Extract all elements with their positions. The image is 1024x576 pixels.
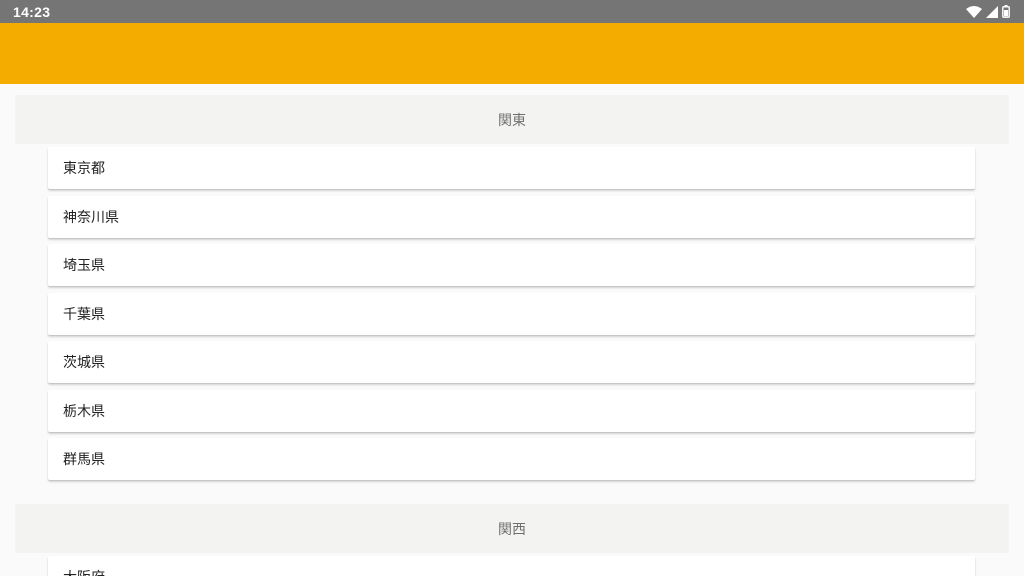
status-time: 14:23 bbox=[13, 3, 51, 20]
app-bar bbox=[0, 23, 1024, 84]
list-item-label: 千葉県 bbox=[63, 307, 105, 323]
list-item-kanagawa[interactable]: 神奈川県 bbox=[48, 196, 975, 238]
list-item-label: 大阪府 bbox=[63, 567, 105, 576]
section-header-kansai: 関西 bbox=[15, 504, 1009, 553]
list-item-osaka[interactable]: 大阪府 bbox=[48, 556, 975, 576]
list-item-label: 栃木県 bbox=[63, 404, 105, 420]
prefecture-list[interactable]: 関東 東京都 神奈川県 埼玉県 千葉県 茨城県 栃木県 群馬県 関西 大阪府 bbox=[0, 84, 1024, 576]
list-item-chiba[interactable]: 千葉県 bbox=[48, 293, 975, 335]
signal-icon bbox=[986, 5, 998, 18]
list-item-label: 東京都 bbox=[63, 161, 105, 177]
battery-icon bbox=[1002, 5, 1010, 18]
list-item-tochigi[interactable]: 栃木県 bbox=[48, 390, 975, 432]
status-bar: 14:23 bbox=[0, 0, 1024, 23]
list-item-label: 神奈川県 bbox=[63, 210, 119, 226]
section-header-kanto: 関東 bbox=[15, 95, 1009, 144]
list-item-saitama[interactable]: 埼玉県 bbox=[48, 244, 975, 286]
list-item-tokyo[interactable]: 東京都 bbox=[48, 147, 975, 189]
list-item-label: 群馬県 bbox=[63, 452, 105, 468]
status-icons bbox=[966, 5, 1010, 18]
list-item-ibaraki[interactable]: 茨城県 bbox=[48, 341, 975, 383]
list-item-label: 埼玉県 bbox=[63, 258, 105, 274]
wifi-icon bbox=[966, 5, 982, 18]
list-item-gunma[interactable]: 群馬県 bbox=[48, 438, 975, 480]
list-item-label: 茨城県 bbox=[63, 355, 105, 371]
